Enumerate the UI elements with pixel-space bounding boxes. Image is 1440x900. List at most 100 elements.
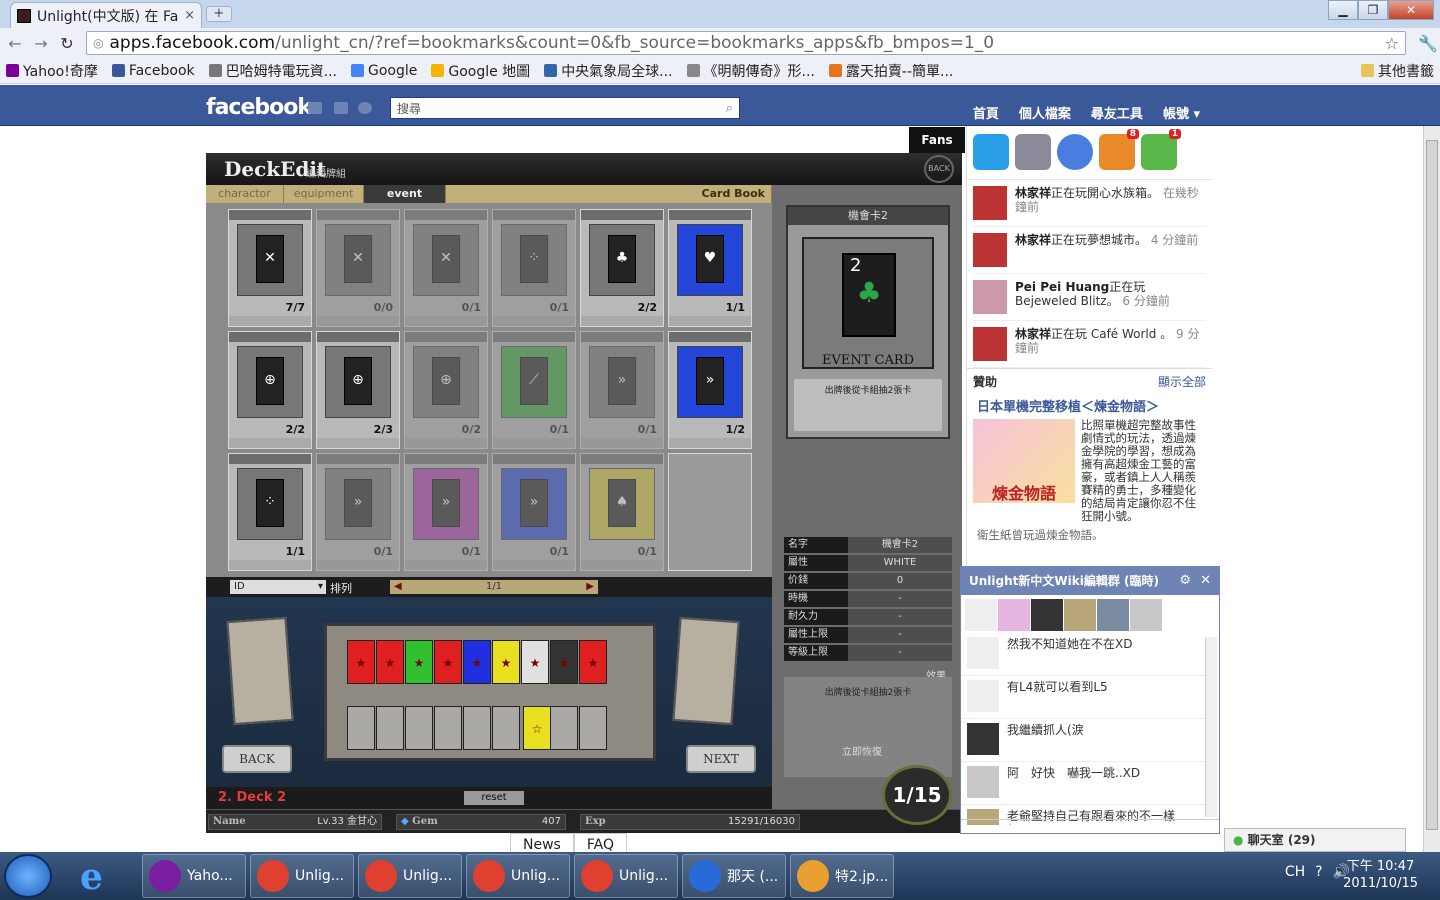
nav-find-friends[interactable]: 尋友工具 — [1091, 103, 1143, 122]
avatar[interactable] — [967, 766, 999, 798]
bookmark-item[interactable]: Facebook — [111, 63, 195, 79]
next-page-icon[interactable]: ▶ — [586, 580, 594, 594]
taskbar-button[interactable]: Unlig... — [466, 854, 570, 898]
tab-charactor[interactable]: charactor — [206, 185, 284, 203]
clock[interactable]: 下午 10:47 2011/10/15 — [1343, 858, 1418, 892]
deck-slot[interactable]: ★ — [521, 640, 549, 684]
search-icon[interactable]: ⌕ — [726, 101, 733, 116]
tab-equipment[interactable]: equipment — [284, 185, 364, 203]
taskbar-button[interactable]: Unlig... — [358, 854, 462, 898]
avatar[interactable] — [973, 186, 1007, 220]
avatar[interactable] — [973, 280, 1007, 314]
avatar[interactable] — [1097, 599, 1129, 631]
deck-slot-empty[interactable] — [405, 706, 433, 750]
avatar[interactable] — [1130, 599, 1162, 631]
taskbar-button[interactable]: Unlig... — [250, 854, 354, 898]
back-button[interactable]: BACK — [222, 745, 292, 773]
deck-slot-lower[interactable]: ☆ — [523, 706, 551, 750]
taskbar-button[interactable]: 那天 (... — [682, 854, 786, 898]
avatar[interactable] — [967, 637, 999, 669]
app-icon-4[interactable]: 8 — [1099, 129, 1139, 170]
bookmark-item[interactable]: 巴哈姆特電玩資... — [208, 61, 337, 81]
ad-image[interactable]: 煉金物語 — [973, 419, 1075, 503]
nav-home[interactable]: 首頁 — [973, 103, 999, 122]
new-tab-button[interactable]: + — [206, 6, 232, 22]
event-card[interactable]: ⊕ 0/2 — [404, 331, 488, 449]
event-card[interactable]: ♠ 0/1 — [580, 453, 664, 571]
ticker-item[interactable]: Pei Pei Huang正在玩 Bejeweled Blitz。 6 分鐘前 — [973, 274, 1206, 321]
messages-icon[interactable] — [334, 102, 348, 114]
friend-requests-icon[interactable] — [308, 102, 322, 114]
scroll-thumb[interactable] — [1426, 140, 1438, 830]
event-card[interactable]: » 0/1 — [316, 453, 400, 571]
back-arrow-icon[interactable]: ← — [8, 34, 22, 53]
chat-scrollbar[interactable] — [1205, 637, 1217, 817]
event-card[interactable]: ⁘ 0/1 — [492, 209, 576, 327]
bookmark-item[interactable]: 露天拍賣--簡單... — [828, 61, 953, 81]
ticker-name[interactable]: Pei Pei Huang — [1015, 280, 1109, 294]
ticker-name[interactable]: 林家祥 — [1015, 327, 1051, 341]
page-scrollbar[interactable] — [1423, 126, 1440, 852]
event-card[interactable]: ♣ 2/2 — [580, 209, 664, 327]
avatar[interactable] — [1031, 599, 1063, 631]
deck-slot-empty[interactable] — [579, 706, 607, 750]
bookmark-star-icon[interactable]: ☆ — [1385, 34, 1399, 53]
event-card[interactable]: ⟋ 0/1 — [492, 331, 576, 449]
deck-slot-empty[interactable] — [376, 706, 404, 750]
event-card[interactable]: ✕ 0/1 — [404, 209, 488, 327]
fans-button[interactable]: Fans — [909, 127, 965, 153]
avatar[interactable] — [1064, 599, 1096, 631]
ticker-item[interactable]: 林家祥正在玩夢想城市。 4 分鐘前 — [973, 227, 1206, 274]
taskbar-button[interactable]: 特2.jp... — [790, 854, 894, 898]
browser-tab[interactable]: Unlight(中文版) 在 Fa × — [10, 2, 202, 28]
tab-close-icon[interactable]: × — [184, 8, 195, 23]
deck-slot[interactable]: ★ — [405, 640, 433, 684]
address-bar[interactable]: ◎ apps.facebook.com/unlight_cn/?ref=book… — [86, 31, 1406, 55]
event-card[interactable]: ⊕ 2/3 — [316, 331, 400, 449]
bookmark-item[interactable]: Google 地圖 — [431, 61, 530, 81]
taskbar-button[interactable]: Yaho... — [142, 854, 246, 898]
avatar[interactable] — [967, 680, 999, 712]
back-gear-icon[interactable]: BACK — [924, 155, 954, 183]
event-card[interactable]: ⊕ 2/2 — [228, 331, 312, 449]
app-icon-points[interactable] — [1057, 134, 1093, 170]
deck-slot[interactable]: ★ — [492, 640, 520, 684]
event-card[interactable]: » 0/1 — [404, 453, 488, 571]
deck-slot-empty[interactable] — [347, 706, 375, 750]
prev-page-icon[interactable]: ◀ — [394, 580, 402, 594]
next-deck-preview[interactable] — [672, 617, 740, 725]
prev-deck-preview[interactable] — [226, 617, 294, 725]
event-card[interactable]: ♥ 1/1 — [668, 209, 752, 327]
ticker-name[interactable]: 林家祥 — [1015, 186, 1051, 200]
event-card[interactable]: » 1/2 — [668, 331, 752, 449]
tab-faq[interactable]: FAQ — [573, 833, 627, 853]
avatar[interactable] — [998, 599, 1030, 631]
facebook-logo[interactable]: facebook — [206, 95, 312, 120]
next-button[interactable]: NEXT — [686, 745, 756, 773]
language-indicator[interactable]: CH — [1285, 864, 1305, 880]
notifications-icon[interactable] — [358, 102, 372, 114]
deck-slot-empty[interactable] — [463, 706, 491, 750]
start-button[interactable] — [4, 854, 52, 898]
facebook-search-input[interactable]: 搜尋 ⌕ — [390, 97, 740, 119]
deck-slot[interactable]: ★ — [376, 640, 404, 684]
app-icon-2[interactable] — [1015, 134, 1051, 170]
bookmark-item[interactable]: Yahoo!奇摩 — [6, 61, 98, 81]
nav-profile[interactable]: 個人檔案 — [1019, 103, 1071, 122]
tab-news[interactable]: News — [510, 833, 574, 853]
ticker-item[interactable]: 林家祥正在玩開心水族箱。 在幾秒鐘前 — [973, 180, 1206, 227]
recover-label[interactable]: 立即恢復 — [842, 743, 882, 758]
deck-slot-empty[interactable] — [492, 706, 520, 750]
deck-slot[interactable]: ★ — [347, 640, 375, 684]
ticker-item[interactable]: 林家祥正在玩 Café World 。 9 分鐘前 — [973, 321, 1206, 368]
event-card[interactable]: » 0/1 — [492, 453, 576, 571]
reset-button[interactable]: reset — [464, 791, 524, 805]
deck-slot-empty[interactable] — [434, 706, 462, 750]
deck-slot-empty[interactable] — [550, 706, 578, 750]
event-card[interactable]: ✕ 0/0 — [316, 209, 400, 327]
ie-icon[interactable]: e — [80, 856, 126, 898]
event-card[interactable]: » 0/1 — [580, 331, 664, 449]
deck-slot[interactable]: ★ — [463, 640, 491, 684]
nav-account[interactable]: 帳號 ▾ — [1163, 103, 1200, 122]
maximize-button[interactable]: ❐ — [1358, 0, 1388, 20]
